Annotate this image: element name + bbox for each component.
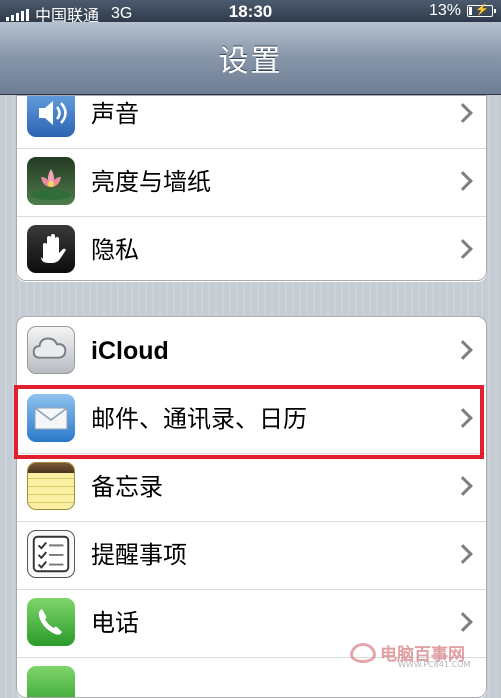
row-label: 隐私 [91,236,139,264]
chevron-right-icon [453,408,473,428]
page-title: 设置 [218,44,283,79]
row-icloud[interactable]: iCloud [17,317,486,386]
row-label: 亮度与墙纸 [91,168,211,196]
chevron-right-icon [453,103,473,123]
navigation-bar: 设置 [0,22,501,95]
hand-icon [27,225,75,273]
app-icon-partial [27,666,75,697]
battery-percent: 13% [428,2,461,19]
clock: 18:30 [228,2,273,21]
row-label: 备忘录 [91,473,163,501]
row-sound[interactable]: 声音 [17,96,486,149]
chevron-right-icon [453,171,473,191]
row-privacy[interactable]: 隐私 [17,216,486,280]
flower-icon [27,157,75,205]
battery-icon: ⚡ [467,4,496,17]
row-brightness-wallpaper[interactable]: 亮度与墙纸 [17,148,486,217]
checklist-icon [27,530,75,578]
row-label: 邮件、通讯录、日历 [91,405,307,433]
watermark: 电脑百事网 WWW.PC841.COM [350,640,470,669]
row-reminders[interactable]: 提醒事项 [17,521,486,590]
watermark-subtext: WWW.PC841.COM [398,660,471,669]
settings-group-1: 声音 亮度与墙纸 隐私 [16,95,487,281]
status-right: 13% ⚡ [428,2,496,20]
row-mail-contacts-calendar[interactable]: 邮件、通讯录、日历 [17,385,486,454]
chevron-right-icon [453,612,473,632]
speaker-icon [27,96,75,137]
cloud-icon [27,326,75,374]
notepad-icon [27,462,75,510]
chevron-right-icon [453,544,473,564]
phone-icon [27,598,75,646]
status-bar: 中国联通 3G 18:30 13% ⚡ [0,0,501,25]
mail-icon [27,394,75,442]
row-notes[interactable]: 备忘录 [17,453,486,522]
row-label: iCloud [91,337,169,365]
row-label: 电话 [91,609,139,637]
chevron-right-icon [453,239,473,259]
chevron-right-icon [453,340,473,360]
watermark-logo-icon [350,642,376,663]
chevron-right-icon [453,476,473,496]
row-label: 提醒事项 [91,541,187,569]
row-label: 声音 [91,100,139,128]
